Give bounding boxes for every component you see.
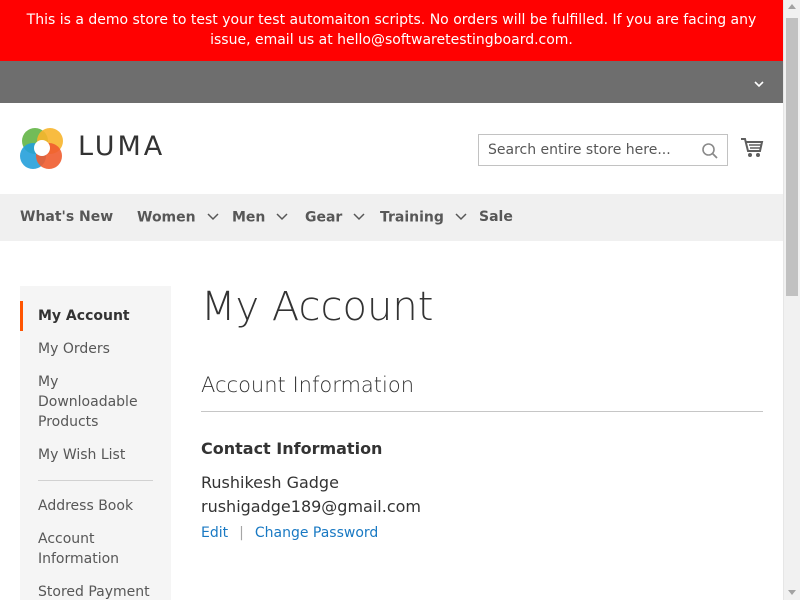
caret-down-icon bbox=[206, 194, 219, 241]
search-icon[interactable] bbox=[701, 142, 719, 164]
actions-separator: | bbox=[239, 525, 244, 541]
demo-notice-text: This is a demo store to test your test a… bbox=[26, 12, 757, 48]
customer-email: rushigadge189@gmail.com bbox=[201, 497, 421, 516]
scroll-down-icon[interactable] bbox=[788, 590, 796, 595]
vertical-scrollbar[interactable] bbox=[783, 0, 800, 600]
caret-down-icon bbox=[276, 194, 288, 241]
nav-item-label: Men bbox=[232, 209, 266, 226]
customer-name: Rushikesh Gadge bbox=[201, 473, 339, 492]
chevron-down-icon[interactable] bbox=[753, 75, 765, 94]
sidebar-item-my-account[interactable]: My Account bbox=[38, 306, 163, 326]
page: This is a demo store to test your test a… bbox=[0, 0, 783, 600]
logo-wordmark: LUMA bbox=[78, 131, 166, 162]
nav-item-women[interactable]: Women bbox=[137, 194, 219, 241]
nav-item-label: Gear bbox=[305, 209, 343, 226]
section-divider bbox=[201, 411, 763, 412]
caret-down-icon bbox=[455, 194, 467, 241]
store-logo[interactable]: LUMA bbox=[20, 125, 170, 171]
change-password-link[interactable]: Change Password bbox=[255, 525, 378, 541]
sidebar-divider bbox=[38, 480, 153, 481]
caret-down-icon bbox=[353, 194, 365, 241]
edit-link[interactable]: Edit bbox=[201, 525, 228, 541]
nav-item-label: Women bbox=[137, 209, 196, 226]
active-item-marker bbox=[20, 301, 23, 331]
nav-item-label: Sale bbox=[479, 209, 513, 225]
contact-actions: Edit | Change Password bbox=[201, 525, 378, 541]
sidebar-item-address-book[interactable]: Address Book bbox=[38, 496, 163, 516]
contact-information-title: Contact Information bbox=[201, 439, 383, 458]
search-box bbox=[478, 134, 728, 166]
nav-item-label: What's New bbox=[20, 209, 114, 225]
site-header: LUMA bbox=[0, 103, 783, 194]
nav-item-training[interactable]: Training bbox=[380, 194, 467, 241]
scroll-up-icon[interactable] bbox=[788, 4, 796, 9]
header-panel bbox=[0, 61, 783, 103]
search-input[interactable] bbox=[479, 135, 707, 165]
page-title: My Account bbox=[201, 284, 434, 330]
nav-item-whats-new[interactable]: What's New bbox=[20, 194, 113, 241]
sidebar-item-my-downloadable-products[interactable]: My Downloadable Products bbox=[38, 372, 143, 432]
sidebar-item-stored-payment[interactable]: Stored Payment bbox=[38, 582, 163, 600]
sidebar-item-my-orders[interactable]: My Orders bbox=[38, 339, 163, 359]
demo-notice-banner: This is a demo store to test your test a… bbox=[0, 0, 783, 61]
main-navigation: What's New Women Men Gear Training Sale bbox=[0, 194, 783, 241]
nav-item-men[interactable]: Men bbox=[232, 194, 288, 241]
account-information-heading: Account Information bbox=[201, 373, 415, 397]
sidebar-item-account-information[interactable]: Account Information bbox=[38, 529, 138, 569]
sidebar-item-my-wish-list[interactable]: My Wish List bbox=[38, 445, 163, 465]
nav-item-gear[interactable]: Gear bbox=[305, 194, 365, 241]
account-sidebar: My Account My Orders My Downloadable Pro… bbox=[20, 286, 171, 600]
nav-item-sale[interactable]: Sale bbox=[479, 194, 513, 241]
scrollbar-thumb[interactable] bbox=[786, 18, 798, 296]
nav-item-label: Training bbox=[380, 209, 444, 226]
cart-icon[interactable] bbox=[740, 137, 764, 163]
luma-logo-icon bbox=[20, 128, 63, 169]
